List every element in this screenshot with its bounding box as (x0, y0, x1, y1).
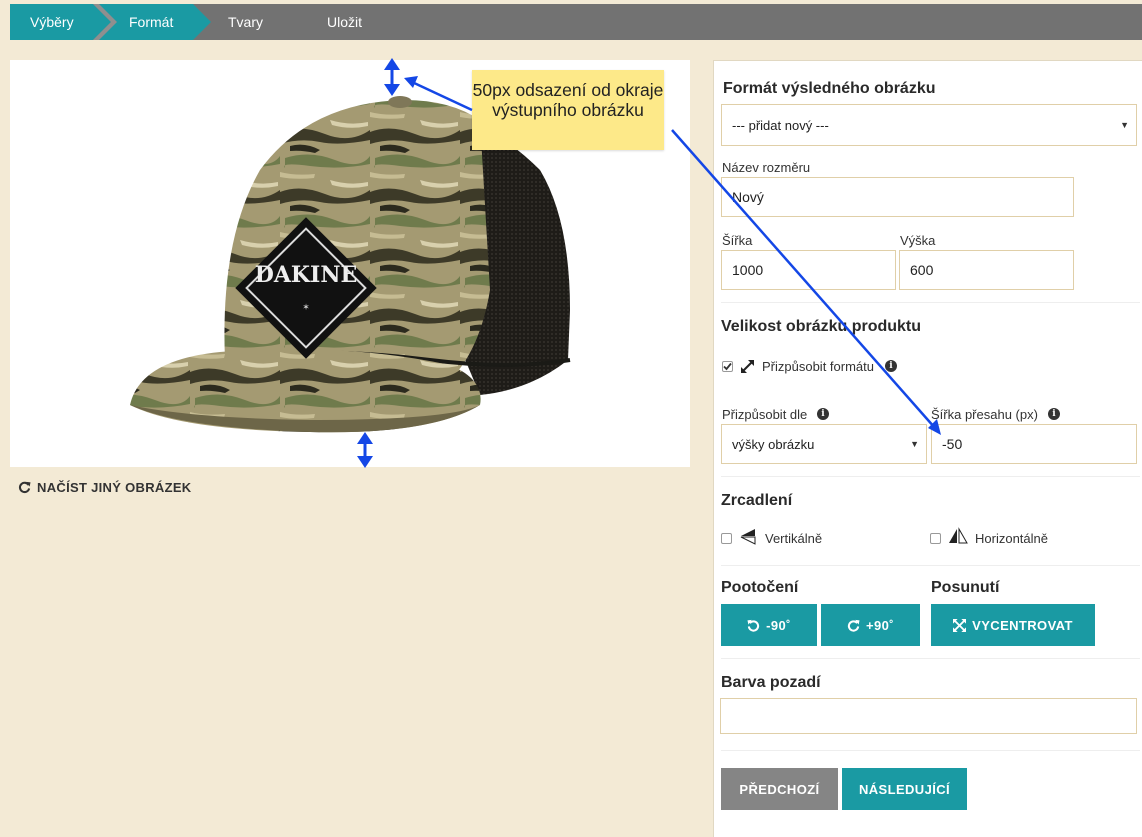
rotate-right-icon (847, 619, 860, 632)
mirror-horizontal-label: Horizontálně (975, 531, 1048, 546)
info-icon[interactable]: i (817, 408, 829, 420)
fit-by-value: výšky obrázku (732, 436, 815, 452)
rotate-left-button[interactable]: -90˚ (721, 604, 817, 646)
resize-arrows-icon (741, 360, 754, 373)
checkmark-icon (723, 362, 732, 371)
overflow-width-input[interactable]: -50 (931, 424, 1137, 464)
divider (721, 750, 1140, 751)
format-select[interactable]: --- přidat nový --- ▼ (721, 104, 1137, 146)
rotation-heading: Pootočení (721, 579, 799, 596)
next-button[interactable]: NÁSLEDUJÍCÍ (842, 768, 967, 810)
load-another-image-label: NAČÍST JINÝ OBRÁZEK (37, 479, 192, 495)
breadcrumb-step-format[interactable]: Formát (129, 4, 173, 40)
divider (721, 302, 1140, 303)
overflow-width-label: Šířka přesahu (px) (931, 407, 1038, 422)
chevron-down-icon: ▼ (910, 439, 919, 449)
annotation-callout: 50px odsazení od okraje výstupního obráz… (472, 70, 664, 150)
shift-heading: Posunutí (931, 579, 1000, 596)
fit-format-checkbox[interactable] (722, 361, 733, 372)
breadcrumb-step-ulozit[interactable]: Uložit (327, 4, 362, 40)
mirror-vertical-label: Vertikálně (765, 531, 823, 546)
width-value: 1000 (732, 262, 764, 278)
rotate-right-button[interactable]: +90˚ (821, 604, 920, 646)
center-arrows-icon (953, 618, 967, 632)
height-label: Výška (900, 233, 936, 248)
size-name-input[interactable]: Nový (721, 177, 1074, 217)
format-heading: Formát výsledného obrázku (723, 80, 936, 97)
breadcrumb-step-vybery[interactable]: Výběry (30, 4, 74, 40)
rotate-right-label: +90˚ (866, 617, 894, 633)
mirror-heading: Zrcadlení (721, 492, 793, 509)
bg-color-heading: Barva pozadí (721, 674, 821, 691)
info-icon[interactable]: i (885, 360, 897, 372)
mirror-horizontal-checkbox[interactable] (930, 533, 941, 544)
rotate-left-icon (747, 619, 760, 632)
load-another-image-button[interactable]: NAČÍST JINÝ OBRÁZEK (18, 477, 192, 497)
rotate-left-label: -90˚ (766, 617, 791, 633)
height-value: 600 (910, 262, 934, 278)
flip-vertical-icon (740, 529, 756, 545)
mirror-vertical-checkbox[interactable] (721, 533, 732, 544)
width-input[interactable]: 1000 (721, 250, 896, 290)
info-icon[interactable]: i (1048, 408, 1060, 420)
center-button-label: VYCENTROVAT (972, 617, 1073, 633)
flip-horizontal-icon (949, 527, 968, 544)
height-input[interactable]: 600 (899, 250, 1074, 290)
width-label: Šířka (722, 233, 753, 248)
settings-panel: Formát výsledného obrázku --- přidat nov… (713, 60, 1142, 837)
breadcrumb-step-tvary[interactable]: Tvary (228, 4, 263, 40)
previous-button-label: PŘEDCHOZÍ (739, 781, 820, 797)
svg-text:✶: ✶ (302, 303, 310, 313)
bg-color-input[interactable] (720, 698, 1137, 734)
divider (721, 476, 1140, 477)
fit-format-label: Přizpůsobit formátu (762, 359, 874, 374)
size-name-value: Nový (732, 189, 764, 205)
cap-logo-text: DAKINE (255, 262, 357, 288)
product-size-heading: Velikost obrázku produktu (721, 318, 922, 335)
previous-button[interactable]: PŘEDCHOZÍ (721, 768, 838, 810)
breadcrumb: Výběry Formát Tvary Uložit (10, 4, 1142, 40)
center-button[interactable]: VYCENTROVAT (931, 604, 1095, 646)
format-select-value: --- přidat nový --- (732, 117, 829, 133)
divider (721, 565, 1140, 566)
refresh-icon (18, 481, 31, 493)
overflow-width-value: -50 (942, 436, 963, 452)
fit-by-label: Přizpůsobit dle (722, 407, 808, 422)
fit-by-select[interactable]: výšky obrázku ▼ (721, 424, 927, 464)
chevron-down-icon: ▼ (1120, 120, 1129, 130)
divider (721, 658, 1140, 659)
size-name-label: Název rozměru (722, 160, 811, 175)
next-button-label: NÁSLEDUJÍCÍ (858, 781, 951, 797)
